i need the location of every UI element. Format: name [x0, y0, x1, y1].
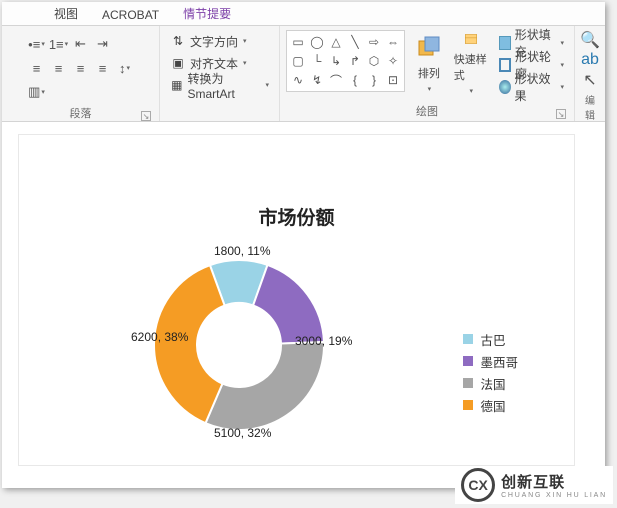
- shape-oval-icon[interactable]: ◯: [308, 33, 326, 51]
- data-label-3: 6200, 38%: [131, 330, 188, 344]
- shape-elbow-icon[interactable]: └: [308, 52, 326, 70]
- smartart-icon: ▦: [170, 77, 183, 93]
- shape-more-icon[interactable]: ⊡: [384, 71, 402, 89]
- chart-area: 1800, 11% 3000, 19% 5100, 32% 6200, 38% …: [19, 230, 574, 490]
- shape-doublearrow-icon[interactable]: ⇔: [384, 33, 402, 51]
- shape-effects-icon: [499, 80, 511, 94]
- tab-acrobat[interactable]: ACROBAT: [90, 4, 171, 25]
- ribbon: •≡▾ 1≡▾ ⇤ ⇥ ≡ ≡ ≡ ≡ ↕▾ ▥▾: [2, 26, 605, 122]
- bullets-button[interactable]: •≡▾: [27, 34, 47, 54]
- slide-canvas[interactable]: 市场份额 1800, 11% 3000, 19% 5100, 32% 6200,…: [18, 134, 575, 466]
- tab-storyboard[interactable]: 情节提要: [171, 1, 243, 25]
- legend-item-3: 德国: [463, 394, 518, 416]
- donut-slice-1[interactable]: [253, 265, 324, 344]
- legend-swatch-3: [463, 400, 473, 410]
- quick-styles-button[interactable]: 快速样式▾: [453, 30, 489, 96]
- group-paragraph-label: 段落 ↘: [8, 103, 153, 123]
- legend-label-1: 墨西哥: [480, 352, 518, 371]
- shape-outline-icon: [499, 58, 511, 72]
- watermark-logo: CX 创新互联 CHUANG XIN HU LIAN: [455, 466, 613, 504]
- shape-lconn-icon[interactable]: ↳: [327, 52, 345, 70]
- indent-increase-button[interactable]: ⇥: [93, 34, 113, 54]
- watermark-zh: 创新互联: [501, 471, 607, 492]
- convert-smartart-button[interactable]: ▦ 转换为 SmartArt▾: [166, 74, 273, 96]
- shapes-gallery[interactable]: ▭ ◯ △ ╲ ⇨ ⇔ ▢ └ ↳ ↱ ⬡ ✧ ∿ ↯ ⌒ { }: [286, 30, 405, 92]
- tab-view[interactable]: 视图: [42, 1, 90, 25]
- shape-rrect-icon[interactable]: ▢: [289, 52, 307, 70]
- data-label-1: 3000, 19%: [295, 334, 352, 348]
- quick-styles-icon: [457, 31, 485, 47]
- columns-button[interactable]: ▥▾: [27, 82, 47, 102]
- chart-title: 市场份额: [19, 203, 574, 230]
- group-drawing-label: 绘图 ↘: [286, 101, 568, 121]
- text-direction-icon: ⇅: [170, 33, 186, 49]
- shape-arc-icon[interactable]: ⌒: [327, 71, 345, 89]
- legend-swatch-1: [463, 356, 473, 366]
- shape-rconn-icon[interactable]: ↱: [346, 52, 364, 70]
- app-window: 视图 ACROBAT 情节提要 •≡▾ 1≡▾ ⇤ ⇥ ≡ ≡ ≡: [2, 2, 605, 488]
- group-drawing: ▭ ◯ △ ╲ ⇨ ⇔ ▢ └ ↳ ↱ ⬡ ✧ ∿ ↯ ⌒ { }: [280, 26, 575, 121]
- shape-brace-r-icon[interactable]: }: [365, 71, 383, 89]
- legend-swatch-2: [463, 378, 473, 388]
- shape-fill-icon: [499, 36, 511, 50]
- align-text-icon: ▣: [170, 55, 186, 71]
- shape-star-icon[interactable]: ✧: [384, 52, 402, 70]
- shape-rect-icon[interactable]: ▭: [289, 33, 307, 51]
- donut-slice-2[interactable]: [206, 342, 324, 430]
- indent-decrease-button[interactable]: ⇤: [71, 34, 91, 54]
- find-button[interactable]: 🔍: [580, 30, 600, 50]
- select-button[interactable]: ↖: [580, 70, 600, 90]
- paragraph-launcher-icon[interactable]: ↘: [141, 111, 151, 121]
- shape-hex-icon[interactable]: ⬡: [365, 52, 383, 70]
- shape-line-icon[interactable]: ╲: [346, 33, 364, 51]
- arrange-icon: [415, 33, 443, 61]
- ribbon-tabs: 视图 ACROBAT 情节提要: [2, 2, 605, 26]
- line-spacing-button[interactable]: ↕▾: [115, 58, 135, 78]
- justify-button[interactable]: ≡: [93, 58, 113, 78]
- legend-item-1: 墨西哥: [463, 350, 518, 372]
- legend-label-2: 法国: [480, 374, 505, 393]
- shape-free-icon[interactable]: ↯: [308, 71, 326, 89]
- shape-curve-icon[interactable]: ∿: [289, 71, 307, 89]
- legend-item-2: 法国: [463, 372, 518, 394]
- legend-swatch-0: [463, 334, 473, 344]
- data-label-2: 5100, 32%: [214, 426, 271, 440]
- donut-slice-3[interactable]: [154, 265, 225, 423]
- drawing-launcher-icon[interactable]: ↘: [556, 109, 566, 119]
- align-center-button[interactable]: ≡: [49, 58, 69, 78]
- group-paragraph: •≡▾ 1≡▾ ⇤ ⇥ ≡ ≡ ≡ ≡ ↕▾ ▥▾: [2, 26, 160, 121]
- group-text-tools: ⇅ 文字方向▾ ▣ 对齐文本▾ ▦ 转换为 SmartArt▾ .: [160, 26, 280, 121]
- watermark-mark: CX: [461, 468, 495, 502]
- legend-item-0: 古巴: [463, 328, 518, 350]
- arrange-button[interactable]: 排列▾: [411, 30, 447, 96]
- group-editing-label: 编辑: [581, 90, 599, 121]
- align-right-button[interactable]: ≡: [71, 58, 91, 78]
- align-left-button[interactable]: ≡: [27, 58, 47, 78]
- shape-arrow-icon[interactable]: ⇨: [365, 33, 383, 51]
- numbering-button[interactable]: 1≡▾: [49, 34, 69, 54]
- legend-label-0: 古巴: [480, 330, 505, 349]
- shape-brace-l-icon[interactable]: {: [346, 71, 364, 89]
- shape-triangle-icon[interactable]: △: [327, 33, 345, 51]
- watermark-py: CHUANG XIN HU LIAN: [501, 492, 607, 499]
- group-editing: 🔍 ab ↖ 编辑: [575, 26, 605, 121]
- legend-label-3: 德国: [480, 396, 505, 415]
- shape-effects-button[interactable]: 形状效果▾: [495, 76, 568, 98]
- data-label-0: 1800, 11%: [214, 244, 271, 258]
- replace-button[interactable]: ab: [580, 50, 600, 70]
- chart-legend: 古巴 墨西哥 法国 德国: [463, 328, 518, 416]
- text-direction-button[interactable]: ⇅ 文字方向▾: [166, 30, 251, 52]
